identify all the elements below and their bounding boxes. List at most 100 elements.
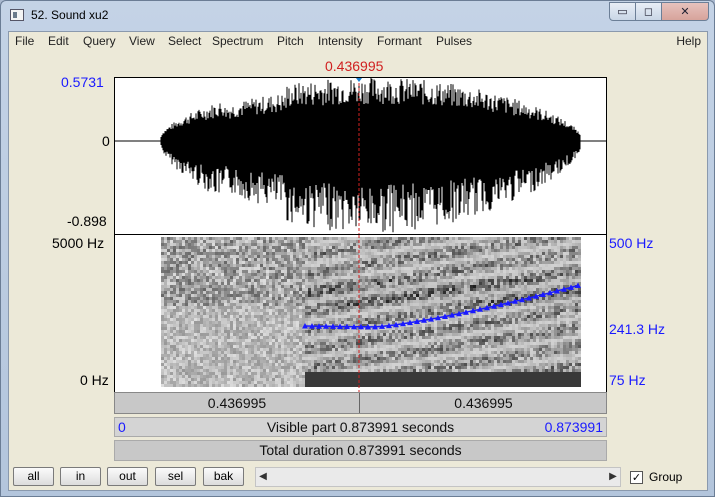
spectrogram-cell [404, 372, 407, 375]
menu-intensity[interactable]: Intensity [318, 34, 363, 48]
spectrogram-panel[interactable] [114, 235, 607, 392]
spectrogram-cell [215, 351, 218, 354]
spectrogram-cell [305, 279, 308, 282]
spectrogram-cell [215, 276, 218, 279]
spectrogram-cell [365, 240, 368, 243]
menu-file[interactable]: File [15, 34, 34, 48]
spectrogram-cell [353, 273, 356, 276]
spectrogram-cell [239, 375, 242, 378]
spectrogram-cell [230, 339, 233, 342]
spectrogram-cell [194, 333, 197, 336]
menu-pitch[interactable]: Pitch [277, 34, 304, 48]
spectrogram-cell [194, 369, 197, 372]
spectrogram-cell [335, 297, 338, 300]
spectrogram-cell [407, 327, 410, 330]
spectrogram-cell [446, 312, 449, 315]
menu-edit[interactable]: Edit [48, 34, 69, 48]
spectrogram-cell [161, 336, 164, 339]
spectrogram-cell [254, 237, 257, 240]
spectrogram-cell [167, 297, 170, 300]
spectrogram-cell [173, 333, 176, 336]
spectrogram-cell [353, 291, 356, 294]
menu-select[interactable]: Select [168, 34, 201, 48]
spectrogram-cell [233, 255, 236, 258]
spectrogram-cell [413, 240, 416, 243]
spectrogram-cell [317, 366, 320, 369]
spectrogram-cell [341, 381, 344, 384]
spectrogram-cell [239, 303, 242, 306]
spectrogram-cell [431, 351, 434, 354]
minimize-button[interactable]: ▭ [609, 2, 636, 21]
spectrogram-cell [185, 288, 188, 291]
spectrogram-cell [338, 315, 341, 318]
spectrogram-cell [254, 363, 257, 366]
spectrogram-cell [392, 261, 395, 264]
spectrogram-cell [326, 297, 329, 300]
spectrogram-cell [440, 360, 443, 363]
spectrogram-cell [401, 348, 404, 351]
spectrogram-cell [344, 330, 347, 333]
menu-pulses[interactable]: Pulses [436, 34, 472, 48]
spectrogram-cell [389, 357, 392, 360]
spectrogram-cell [269, 333, 272, 336]
spectrogram-cell [455, 249, 458, 252]
spectrogram-cell [275, 288, 278, 291]
maximize-button[interactable]: ◻ [635, 2, 662, 21]
spectrogram-cell [431, 378, 434, 381]
spectrogram-cell [257, 243, 260, 246]
spectrogram-cell [245, 345, 248, 348]
spectrogram-cell [335, 333, 338, 336]
spectrogram-cell [311, 315, 314, 318]
spectrogram-cell [230, 345, 233, 348]
spectrogram-cell [224, 291, 227, 294]
spectrogram-cell [410, 279, 413, 282]
spectrogram-cell [434, 243, 437, 246]
menu-formant[interactable]: Formant [377, 34, 422, 48]
spectrogram-cell [206, 375, 209, 378]
spectrogram-cell [422, 300, 425, 303]
menu-help[interactable]: Help [676, 34, 701, 48]
spectrogram-cell [335, 312, 338, 315]
spectrogram-cell [170, 384, 173, 387]
spectrogram-cell [446, 342, 449, 345]
waveform-panel[interactable] [114, 77, 607, 235]
spectrogram-cell [395, 267, 398, 270]
spectrogram-cell [266, 330, 269, 333]
spectrogram-cell [374, 237, 377, 240]
spectrogram-cell [224, 252, 227, 255]
spectrogram-cell [338, 267, 341, 270]
spectrogram-cell [317, 345, 320, 348]
menu-spectrum[interactable]: Spectrum [212, 34, 263, 48]
spectrogram-cell [455, 297, 458, 300]
spectrogram-cell [362, 366, 365, 369]
spectrogram-cell [248, 255, 251, 258]
spectrogram-cell [251, 312, 254, 315]
spectrogram-cell [299, 381, 302, 384]
spectrogram-cell [374, 264, 377, 267]
spectrogram-cell [428, 300, 431, 303]
menu-view[interactable]: View [129, 34, 155, 48]
spectrogram-cell [290, 291, 293, 294]
close-button[interactable]: ✕ [661, 2, 709, 21]
menu-query[interactable]: Query [83, 34, 116, 48]
spectrogram-cell [218, 333, 221, 336]
spectrogram-cell [194, 348, 197, 351]
spectrogram-cell [404, 276, 407, 279]
spectrogram-cell [311, 357, 314, 360]
spectrogram-cell [302, 336, 305, 339]
spectrogram-cell [200, 273, 203, 276]
spectrogram-cell [449, 294, 452, 297]
spectrogram-cell [215, 285, 218, 288]
spectrogram-cell [197, 300, 200, 303]
spectrogram-cell [347, 372, 350, 375]
spectrogram-cell [221, 240, 224, 243]
spectrogram-cell [329, 288, 332, 291]
spectrogram-cell [278, 294, 281, 297]
spectrogram-cell [452, 357, 455, 360]
spectrogram-cell [341, 246, 344, 249]
spectrogram-cell [266, 375, 269, 378]
title-bar[interactable]: 52. Sound xu2 ▭ ◻ ✕ [1, 1, 714, 31]
spectrogram-cell [233, 240, 236, 243]
spectrogram-cell [218, 273, 221, 276]
spectrogram-cell [173, 363, 176, 366]
